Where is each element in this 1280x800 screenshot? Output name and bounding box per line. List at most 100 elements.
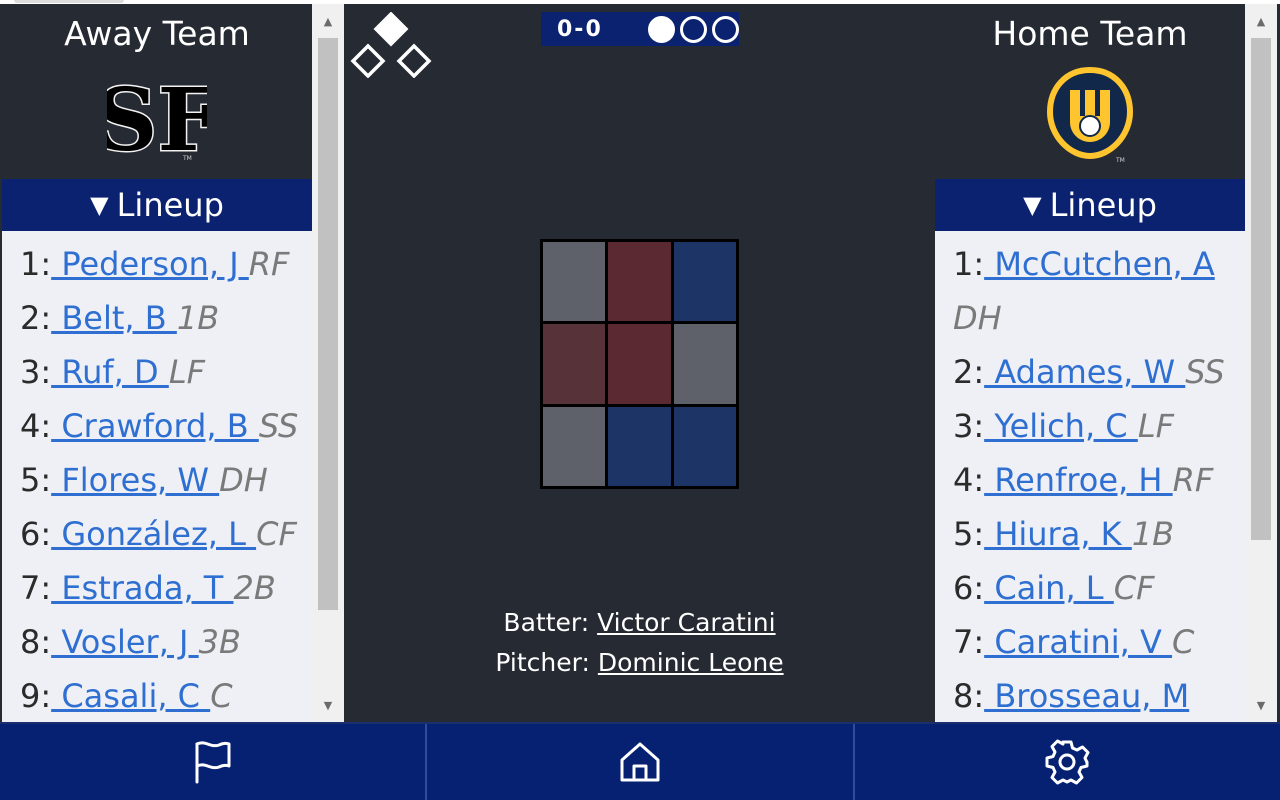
player-position: 3B bbox=[198, 623, 241, 661]
away-lineup-toggle[interactable]: ▼ Lineup bbox=[2, 179, 312, 231]
sf-giants-logo: SF TM bbox=[107, 69, 207, 165]
triangle-down-icon: ▼ bbox=[1023, 191, 1042, 219]
game-field-panel: 0-0 Batter: Victor Caratini Pitcher: Dom… bbox=[346, 4, 933, 722]
player-link[interactable]: Flores, W bbox=[51, 461, 219, 499]
player-link[interactable]: Estrada, T bbox=[51, 569, 233, 607]
lineup-item: 4: Crawford, B SS bbox=[20, 399, 312, 453]
home-team-header: Home Team TM bbox=[935, 4, 1245, 179]
player-link[interactable]: Renfroe, H bbox=[984, 461, 1173, 499]
away-scrollbar[interactable]: ▲ ▼ bbox=[312, 4, 344, 722]
pitcher-link[interactable]: Dominic Leone bbox=[598, 648, 784, 677]
player-link[interactable]: Pederson, J bbox=[51, 245, 249, 283]
milwaukee-brewers-logo: TM bbox=[1046, 66, 1134, 164]
player-position: CF bbox=[256, 515, 297, 553]
player-position: DH bbox=[219, 461, 268, 499]
third-base bbox=[350, 43, 386, 78]
strike-zone-cell bbox=[543, 242, 606, 322]
player-link[interactable]: Cain, L bbox=[984, 569, 1114, 607]
home-team-name: Home Team bbox=[992, 14, 1188, 53]
batting-order-number: 5: bbox=[20, 461, 52, 499]
lineup-item: 7: Caratini, V C bbox=[953, 615, 1245, 669]
flag-icon bbox=[195, 741, 231, 784]
player-position: DH bbox=[953, 299, 1002, 337]
out-indicator-circle bbox=[648, 15, 675, 43]
strike-zone-cell bbox=[543, 406, 606, 486]
lineup-item: 8: Vosler, J 3B bbox=[20, 615, 312, 669]
svg-text:TM: TM bbox=[1115, 157, 1125, 164]
lineup-item: 3: Ruf, D LF bbox=[20, 345, 312, 399]
player-position: RF bbox=[248, 245, 290, 283]
home-lineup-label: Lineup bbox=[1049, 186, 1157, 224]
away-lineup-list: 1: Pederson, J RF 2: Belt, B 1B 3: Ruf, D … bbox=[2, 231, 312, 722]
batter-line: Batter: Victor Caratini bbox=[346, 608, 933, 637]
player-link[interactable]: McCutchen, A bbox=[984, 245, 1214, 283]
svg-text:SF: SF bbox=[107, 70, 207, 164]
gear-icon bbox=[1045, 739, 1090, 785]
player-link[interactable]: Caratini, V bbox=[984, 623, 1172, 661]
flag-button[interactable] bbox=[0, 724, 428, 800]
batting-order-number: 1: bbox=[953, 245, 985, 283]
away-lineup-label: Lineup bbox=[116, 186, 224, 224]
player-link[interactable]: González, L bbox=[51, 515, 256, 553]
lineup-item: 8: Brosseau, M bbox=[953, 669, 1245, 722]
out-indicator-circle bbox=[712, 15, 739, 43]
lineup-item: 9: Casali, C C bbox=[20, 669, 312, 722]
scroll-down-arrow-icon[interactable]: ▼ bbox=[1245, 690, 1277, 720]
player-link[interactable]: Yelich, C bbox=[984, 407, 1138, 445]
strike-zone-cell bbox=[673, 324, 736, 404]
player-position: C bbox=[210, 677, 233, 715]
settings-button[interactable] bbox=[855, 724, 1280, 800]
player-link[interactable]: Casali, C bbox=[51, 677, 210, 715]
home-team-panel: Home Team TM ▼ Lineup 1: McCutchen, A DH… bbox=[935, 4, 1245, 722]
player-position: LF bbox=[1137, 407, 1175, 445]
home-icon bbox=[620, 742, 660, 782]
svg-text:TM: TM bbox=[182, 155, 192, 162]
lineup-item: 5: Hiura, K 1B bbox=[953, 507, 1245, 561]
player-position: RF bbox=[1172, 461, 1214, 499]
scroll-thumb[interactable] bbox=[318, 38, 338, 610]
lineup-item: 4: Renfroe, H RF bbox=[953, 453, 1245, 507]
player-link[interactable]: Vosler, J bbox=[51, 623, 199, 661]
strike-zone-cell bbox=[608, 324, 671, 404]
home-button[interactable] bbox=[427, 724, 855, 800]
player-link[interactable]: Hiura, K bbox=[984, 515, 1132, 553]
lineup-item: 6: González, L CF bbox=[20, 507, 312, 561]
pitcher-line: Pitcher: Dominic Leone bbox=[346, 648, 933, 677]
lineup-item: 2: Belt, B 1B bbox=[20, 291, 312, 345]
player-link[interactable]: Ruf, D bbox=[51, 353, 169, 391]
away-team-name: Away Team bbox=[64, 14, 250, 53]
player-link[interactable]: Adames, W bbox=[984, 353, 1185, 391]
player-position: 2B bbox=[233, 569, 276, 607]
lineup-item: 2: Adames, W SS bbox=[953, 345, 1245, 399]
lineup-item: 7: Estrada, T 2B bbox=[20, 561, 312, 615]
triangle-down-icon: ▼ bbox=[90, 191, 109, 219]
bottom-navigation-bar bbox=[0, 722, 1280, 800]
batting-order-number: 7: bbox=[20, 569, 52, 607]
player-link[interactable]: Belt, B bbox=[51, 299, 177, 337]
scroll-up-arrow-icon[interactable]: ▲ bbox=[312, 6, 344, 36]
player-link[interactable]: Crawford, B bbox=[51, 407, 259, 445]
batting-order-number: 4: bbox=[953, 461, 985, 499]
lineup-item: 6: Cain, L CF bbox=[953, 561, 1245, 615]
batting-order-number: 3: bbox=[20, 353, 52, 391]
scroll-up-arrow-icon[interactable]: ▲ bbox=[1245, 6, 1277, 36]
player-position: 1B bbox=[1131, 515, 1175, 553]
home-lineup-list: 1: McCutchen, A DH 2: Adames, W SS 3: Yeli… bbox=[935, 231, 1245, 722]
scroll-down-arrow-icon[interactable]: ▼ bbox=[312, 690, 344, 720]
batting-order-number: 1: bbox=[20, 245, 52, 283]
home-lineup-toggle[interactable]: ▼ Lineup bbox=[935, 179, 1245, 231]
player-position: CF bbox=[1113, 569, 1155, 607]
scroll-thumb[interactable] bbox=[1251, 38, 1271, 540]
app-window: Away Team SF TM ▼ Lineup 1: Pederson, J … bbox=[0, 0, 1280, 800]
player-link[interactable]: Brosseau, M bbox=[984, 677, 1189, 715]
first-base bbox=[396, 43, 432, 78]
batter-label: Batter: bbox=[503, 608, 598, 637]
batting-order-number: 3: bbox=[953, 407, 985, 445]
player-position: 1B bbox=[176, 299, 220, 337]
batter-link[interactable]: Victor Caratini bbox=[597, 608, 775, 637]
ball-strike-count: 0-0 bbox=[557, 16, 603, 42]
home-scrollbar[interactable]: ▲ ▼ bbox=[1245, 4, 1277, 722]
away-team-header: Away Team SF TM bbox=[2, 4, 312, 179]
away-team-panel: Away Team SF TM ▼ Lineup 1: Pederson, J … bbox=[2, 4, 312, 722]
outs-indicator bbox=[648, 15, 739, 43]
